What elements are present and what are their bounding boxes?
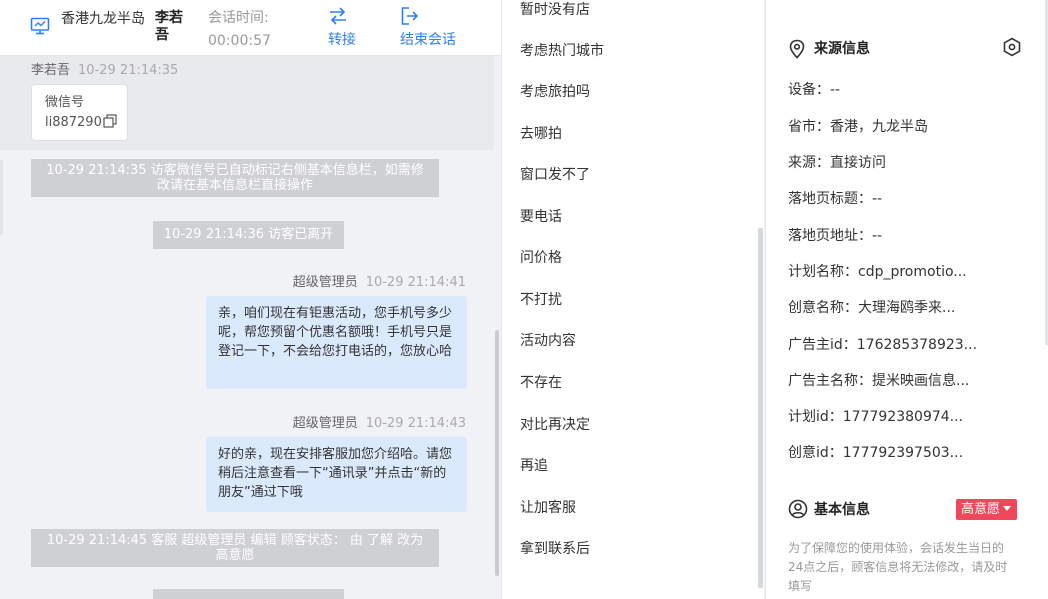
system-message: 10-29 21:14:36 访客已离开: [153, 221, 344, 249]
info-creative-name: 创意名称：大理海鸥季来...: [788, 300, 956, 316]
info-province-city: 省市：香港，九龙半岛: [788, 119, 928, 135]
info-plan-name: 计划名称：cdp_promotio...: [788, 264, 967, 280]
visitor-location: 香港九龙半岛: [61, 11, 145, 27]
basic-info-notice: 为了保障您的使用体验，会话发生当日的24点之后，顾客信息将无法修改，请及时填写: [788, 541, 1008, 593]
info-creative-id: 创意id：177792397503...: [788, 445, 964, 461]
visitor-message-time: 10-29 21:14:35: [78, 63, 179, 78]
settings-icon[interactable]: [1002, 37, 1022, 57]
end-session-button[interactable]: 结束会话: [400, 6, 456, 50]
quick-reply-item[interactable]: 考虑旅拍吗: [520, 82, 590, 102]
quick-reply-item[interactable]: 要电话: [520, 207, 562, 227]
user-circle-icon: [788, 499, 808, 519]
quick-reply-item[interactable]: 让加客服: [520, 498, 576, 518]
source-info-title: 来源信息: [814, 41, 870, 57]
message-list: 李若吾 10-29 21:14:35 微信号 li887290 10-29 21:…: [0, 56, 494, 599]
transfer-label: 转接: [328, 32, 356, 48]
quick-reply-item[interactable]: 考虑热门城市: [520, 41, 604, 61]
session-time-value: 00:00:57: [208, 33, 271, 49]
info-source: 来源：直接访问: [788, 155, 886, 171]
info-advertiser-name: 广告主名称：提米映画信息...: [788, 373, 970, 389]
visitor-message-meta: 李若吾 10-29 21:14:35: [31, 59, 178, 78]
quick-reply-item[interactable]: 不打扰: [520, 290, 562, 310]
chat-header: 香港九龙半岛 李若吾 会话时间: 00:00:57 转接 结束会话: [0, 0, 501, 56]
wechat-id: li887290: [45, 115, 102, 130]
quick-reply-item[interactable]: 暂时没有店: [520, 0, 590, 20]
info-landing-title: 落地页标题：--: [788, 191, 883, 207]
agent-message-time: 10-29 21:14:43: [365, 416, 466, 431]
agent-sender-name: 超级管理员: [292, 416, 358, 431]
agent-message-meta: 超级管理员 10-29 21:14:43: [293, 412, 466, 431]
quick-reply-item[interactable]: 去哪拍: [520, 124, 562, 144]
agent-message-bubble: 好的亲，现在安排客服加您介绍哈。请您稍后注意查看一下“通讯录”并点击“新的朋友”…: [206, 437, 467, 512]
end-session-label: 结束会话: [400, 32, 456, 48]
info-advertiser-id: 广告主id：176285378923...: [788, 337, 978, 353]
system-message-partial: [153, 589, 344, 599]
wechat-label: 微信号: [45, 95, 85, 110]
caret-down-icon: [1003, 506, 1012, 511]
system-message: 10-29 21:14:45 客服 超级管理员 编辑 顾客状态： 由 了解 改为…: [31, 529, 439, 567]
chat-scrollbar[interactable]: [495, 330, 499, 576]
info-landing-url: 落地页地址：--: [788, 228, 883, 244]
logout-icon: [401, 7, 419, 25]
quick-reply-item[interactable]: 拿到联系后: [520, 539, 590, 559]
transfer-icon: [330, 7, 346, 25]
quick-reply-item[interactable]: 不存在: [520, 373, 562, 393]
quick-reply-item[interactable]: 对比再决定: [520, 415, 590, 435]
visitor-name: 李若吾: [155, 10, 183, 43]
transfer-button[interactable]: 转接: [328, 6, 356, 50]
visitor-sender-name: 李若吾: [31, 63, 71, 78]
quick-reply-item[interactable]: 窗口发不了: [520, 165, 590, 185]
monitor-icon: [30, 17, 50, 35]
intent-status-label: 高意愿: [961, 502, 1001, 517]
location-pin-icon: [789, 39, 805, 59]
chat-panel: 香港九龙半岛 李若吾 会话时间: 00:00:57 转接 结束会话 李若吾 10-…: [0, 0, 501, 599]
quick-reply-item[interactable]: 问价格: [520, 248, 562, 268]
wechat-card: 微信号 li887290: [31, 84, 128, 141]
wechat-id-row: li887290: [45, 113, 127, 133]
info-plan-id: 计划id：177792380974...: [788, 409, 964, 425]
info-device: 设备：--: [788, 82, 841, 98]
session-time-label: 会话时间:: [208, 10, 269, 26]
agent-sender-name: 超级管理员: [292, 275, 358, 290]
quick-reply-item[interactable]: 再追: [520, 456, 548, 476]
agent-message-time: 10-29 21:14:41: [365, 275, 466, 290]
chat-edge-strip: [0, 160, 3, 235]
intent-status-dropdown[interactable]: 高意愿: [956, 499, 1018, 520]
visitor-info-panel: 来源信息 设备：-- 省市：香港，九龙半岛 来源：直接访问 落地页标题：-- 落…: [765, 0, 1048, 599]
agent-message-meta: 超级管理员 10-29 21:14:41: [293, 271, 466, 290]
quick-reply-panel: 暂时没有店 考虑热门城市 考虑旅拍吗 去哪拍 窗口发不了 要电话 问价格 不打扰…: [501, 0, 764, 599]
basic-info-title: 基本信息: [814, 502, 870, 518]
visitor-message-group: 李若吾 10-29 21:14:35 微信号 li887290: [0, 56, 494, 150]
quick-reply-item[interactable]: 活动内容: [520, 331, 576, 351]
copy-icon[interactable]: [103, 114, 117, 128]
agent-message-bubble: 亲，咱们现在有钜惠活动，您手机号多少呢，帮您预留个优惠名额哦！手机号只是登记一下…: [206, 296, 467, 389]
system-message: 10-29 21:14:35 访客微信号已自动标记右侧基本信息栏，如需修改请在基…: [31, 159, 439, 197]
quick-reply-scrollbar[interactable]: [758, 228, 763, 588]
